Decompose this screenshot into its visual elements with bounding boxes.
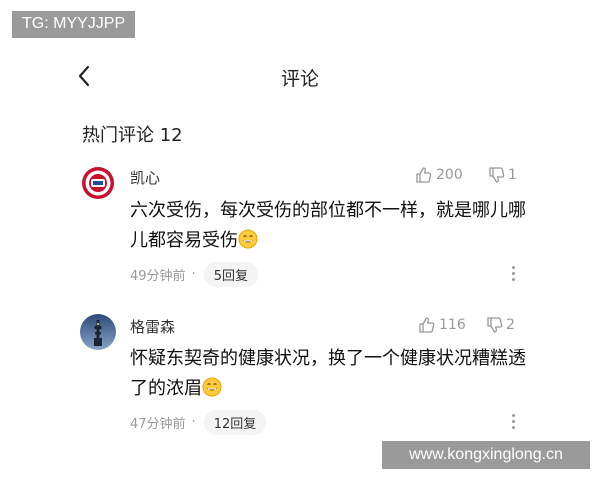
dislike-button[interactable]: 2 xyxy=(486,316,515,334)
comment-item: 格雷森 116 2 怀疑东契奇的健康状况，换了一个健康状况糟糕透了的浓眉 47分… xyxy=(0,310,600,460)
thumbs-up-icon xyxy=(419,317,435,333)
avatar[interactable] xyxy=(80,165,116,201)
comment-time: 47分钟前 xyxy=(130,417,186,432)
avatar[interactable] xyxy=(80,314,116,350)
like-count: 116 xyxy=(439,317,466,333)
watermark-top: TG: MYYJJPP xyxy=(12,11,136,38)
comment-text-content: 六次受伤，每次受伤的部位都不一样，就是哪儿哪儿都容易受伤 xyxy=(130,200,526,251)
comment-item: 凯心 200 1 六次受伤，每次受伤的部位都不一样，就是哪儿哪儿都容易受伤 49… xyxy=(0,160,600,310)
tower-photo-icon xyxy=(80,314,116,350)
comment-text: 六次受伤，每次受伤的部位都不一样，就是哪儿哪儿都容易受伤 xyxy=(130,196,530,256)
separator-dot: · xyxy=(191,267,196,282)
username[interactable]: 格雷森 xyxy=(130,316,175,337)
section-title: 热门评论 12 xyxy=(82,125,183,146)
dislike-count: 2 xyxy=(506,317,515,333)
username[interactable]: 凯心 xyxy=(130,167,160,188)
dislike-button[interactable]: 1 xyxy=(488,166,517,184)
like-button[interactable]: 200 xyxy=(415,166,463,184)
watermark-bottom: www.kongxinglong.cn xyxy=(382,441,590,469)
separator-dot: · xyxy=(191,415,196,430)
comment-time: 49分钟前 xyxy=(130,269,186,284)
team-crest-icon xyxy=(80,165,116,201)
page-title: 评论 xyxy=(280,68,319,90)
like-count: 200 xyxy=(436,167,463,183)
reply-count-button[interactable]: 5回复 xyxy=(203,262,258,287)
more-options-icon[interactable] xyxy=(509,414,517,430)
more-options-icon[interactable] xyxy=(509,266,517,282)
comment-meta: 47分钟前 · 12回复 xyxy=(130,410,267,435)
grinning-emoji-icon xyxy=(202,377,222,397)
comment-text-content: 怀疑东契奇的健康状况，换了一个健康状况糟糕透了的浓眉 xyxy=(130,348,526,399)
comment-meta: 49分钟前 · 5回复 xyxy=(130,262,258,287)
comment-text: 怀疑东契奇的健康状况，换了一个健康状况糟糕透了的浓眉 xyxy=(130,344,530,404)
thumbs-down-icon xyxy=(487,317,503,333)
reply-count-button[interactable]: 12回复 xyxy=(203,410,267,435)
thumbs-up-icon xyxy=(416,167,432,183)
dislike-count: 1 xyxy=(508,167,517,183)
thumbs-down-icon xyxy=(489,167,505,183)
grinning-emoji-icon xyxy=(238,229,258,249)
like-button[interactable]: 116 xyxy=(418,316,466,334)
